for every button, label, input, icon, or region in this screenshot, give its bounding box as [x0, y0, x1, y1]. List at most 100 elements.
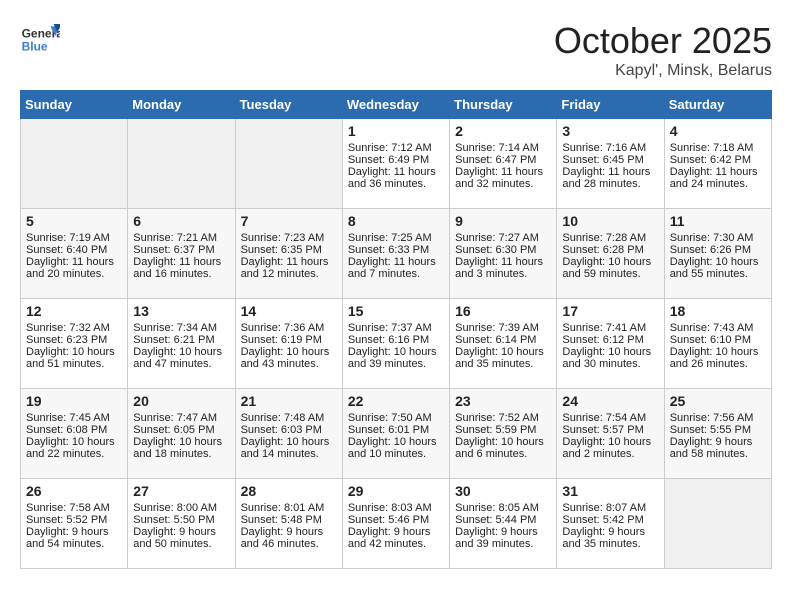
day-number: 10	[562, 213, 658, 229]
sunset-text: Sunset: 6:05 PM	[133, 424, 229, 436]
calendar-cell: 1Sunrise: 7:12 AMSunset: 6:49 PMDaylight…	[342, 119, 449, 209]
calendar-cell: 9Sunrise: 7:27 AMSunset: 6:30 PMDaylight…	[450, 209, 557, 299]
daylight-text: Daylight: 10 hours and 39 minutes.	[348, 346, 444, 370]
daylight-text: Daylight: 9 hours and 58 minutes.	[670, 436, 766, 460]
sunset-text: Sunset: 6:33 PM	[348, 244, 444, 256]
daylight-text: Daylight: 10 hours and 59 minutes.	[562, 256, 658, 280]
calendar-cell: 23Sunrise: 7:52 AMSunset: 5:59 PMDayligh…	[450, 389, 557, 479]
day-number: 20	[133, 393, 229, 409]
sunset-text: Sunset: 5:57 PM	[562, 424, 658, 436]
sunrise-text: Sunrise: 7:12 AM	[348, 142, 444, 154]
sunrise-text: Sunrise: 7:32 AM	[26, 322, 122, 334]
daylight-text: Daylight: 9 hours and 42 minutes.	[348, 526, 444, 550]
sunrise-text: Sunrise: 7:18 AM	[670, 142, 766, 154]
day-number: 8	[348, 213, 444, 229]
calendar-week-row: 19Sunrise: 7:45 AMSunset: 6:08 PMDayligh…	[21, 389, 772, 479]
daylight-text: Daylight: 11 hours and 28 minutes.	[562, 166, 658, 190]
calendar-cell: 25Sunrise: 7:56 AMSunset: 5:55 PMDayligh…	[664, 389, 771, 479]
sunset-text: Sunset: 6:35 PM	[241, 244, 337, 256]
sunrise-text: Sunrise: 8:00 AM	[133, 502, 229, 514]
sunrise-text: Sunrise: 7:54 AM	[562, 412, 658, 424]
day-number: 14	[241, 303, 337, 319]
sunrise-text: Sunrise: 8:03 AM	[348, 502, 444, 514]
svg-text:Blue: Blue	[22, 39, 48, 53]
calendar-cell: 16Sunrise: 7:39 AMSunset: 6:14 PMDayligh…	[450, 299, 557, 389]
calendar-cell	[21, 119, 128, 209]
sunrise-text: Sunrise: 7:43 AM	[670, 322, 766, 334]
sunset-text: Sunset: 6:45 PM	[562, 154, 658, 166]
sunset-text: Sunset: 5:59 PM	[455, 424, 551, 436]
daylight-text: Daylight: 9 hours and 39 minutes.	[455, 526, 551, 550]
sunset-text: Sunset: 6:21 PM	[133, 334, 229, 346]
day-number: 6	[133, 213, 229, 229]
calendar-cell: 11Sunrise: 7:30 AMSunset: 6:26 PMDayligh…	[664, 209, 771, 299]
calendar-cell: 21Sunrise: 7:48 AMSunset: 6:03 PMDayligh…	[235, 389, 342, 479]
sunrise-text: Sunrise: 8:01 AM	[241, 502, 337, 514]
calendar-cell: 6Sunrise: 7:21 AMSunset: 6:37 PMDaylight…	[128, 209, 235, 299]
calendar-week-row: 26Sunrise: 7:58 AMSunset: 5:52 PMDayligh…	[21, 479, 772, 569]
daylight-text: Daylight: 10 hours and 51 minutes.	[26, 346, 122, 370]
calendar-cell: 17 Sunrise: 7:41 AMSunset: 6:12 PMDayligh…	[557, 299, 664, 389]
daylight-text: Daylight: 11 hours and 3 minutes.	[455, 256, 551, 280]
calendar-cell: 29Sunrise: 8:03 AMSunset: 5:46 PMDayligh…	[342, 479, 449, 569]
daylight-text: Daylight: 9 hours and 35 minutes.	[562, 526, 658, 550]
daylight-text: Daylight: 10 hours and 6 minutes.	[455, 436, 551, 460]
calendar-cell: 7Sunrise: 7:23 AMSunset: 6:35 PMDaylight…	[235, 209, 342, 299]
sunset-text: Sunset: 5:42 PM	[562, 514, 658, 526]
day-number: 26	[26, 483, 122, 499]
sunrise-text: Sunrise: 7:41 AM	[562, 322, 658, 334]
sunrise-text: Sunrise: 8:07 AM	[562, 502, 658, 514]
calendar-cell: 24Sunrise: 7:54 AMSunset: 5:57 PMDayligh…	[557, 389, 664, 479]
weekday-header: Saturday	[664, 91, 771, 119]
weekday-header: Tuesday	[235, 91, 342, 119]
calendar-cell: 14Sunrise: 7:36 AMSunset: 6:19 PMDayligh…	[235, 299, 342, 389]
calendar-cell: 20Sunrise: 7:47 AMSunset: 6:05 PMDayligh…	[128, 389, 235, 479]
sunset-text: Sunset: 5:46 PM	[348, 514, 444, 526]
sunrise-text: Sunrise: 7:52 AM	[455, 412, 551, 424]
sunset-text: Sunset: 5:44 PM	[455, 514, 551, 526]
sunrise-text: Sunrise: 7:21 AM	[133, 232, 229, 244]
calendar-cell: 22Sunrise: 7:50 AMSunset: 6:01 PMDayligh…	[342, 389, 449, 479]
calendar-cell: 4Sunrise: 7:18 AMSunset: 6:42 PMDaylight…	[664, 119, 771, 209]
sunrise-text: Sunrise: 7:25 AM	[348, 232, 444, 244]
sunset-text: Sunset: 6:40 PM	[26, 244, 122, 256]
daylight-text: Daylight: 10 hours and 22 minutes.	[26, 436, 122, 460]
calendar-table: SundayMondayTuesdayWednesdayThursdayFrid…	[20, 90, 772, 569]
daylight-text: Daylight: 10 hours and 55 minutes.	[670, 256, 766, 280]
day-number: 19	[26, 393, 122, 409]
weekday-header: Sunday	[21, 91, 128, 119]
sunset-text: Sunset: 6:42 PM	[670, 154, 766, 166]
daylight-text: Daylight: 10 hours and 30 minutes.	[562, 346, 658, 370]
day-number: 27	[133, 483, 229, 499]
sunrise-text: Sunrise: 7:50 AM	[348, 412, 444, 424]
day-number: 17	[562, 303, 658, 319]
calendar-cell: 3Sunrise: 7:16 AMSunset: 6:45 PMDaylight…	[557, 119, 664, 209]
sunrise-text: Sunrise: 7:47 AM	[133, 412, 229, 424]
location: Kapyl', Minsk, Belarus	[554, 62, 772, 80]
sunset-text: Sunset: 6:28 PM	[562, 244, 658, 256]
sunset-text: Sunset: 6:14 PM	[455, 334, 551, 346]
weekday-header: Thursday	[450, 91, 557, 119]
sunset-text: Sunset: 5:55 PM	[670, 424, 766, 436]
day-number: 16	[455, 303, 551, 319]
sunset-text: Sunset: 5:52 PM	[26, 514, 122, 526]
sunrise-text: Sunrise: 7:30 AM	[670, 232, 766, 244]
daylight-text: Daylight: 9 hours and 54 minutes.	[26, 526, 122, 550]
sunset-text: Sunset: 6:30 PM	[455, 244, 551, 256]
sunset-text: Sunset: 6:12 PM	[562, 334, 658, 346]
daylight-text: Daylight: 10 hours and 43 minutes.	[241, 346, 337, 370]
daylight-text: Daylight: 10 hours and 26 minutes.	[670, 346, 766, 370]
calendar-week-row: 12Sunrise: 7:32 AMSunset: 6:23 PMDayligh…	[21, 299, 772, 389]
title-block: October 2025 Kapyl', Minsk, Belarus	[554, 20, 772, 80]
sunset-text: Sunset: 6:16 PM	[348, 334, 444, 346]
daylight-text: Daylight: 10 hours and 35 minutes.	[455, 346, 551, 370]
sunset-text: Sunset: 6:26 PM	[670, 244, 766, 256]
weekday-header: Wednesday	[342, 91, 449, 119]
sunset-text: Sunset: 6:37 PM	[133, 244, 229, 256]
daylight-text: Daylight: 9 hours and 50 minutes.	[133, 526, 229, 550]
calendar-cell: 8Sunrise: 7:25 AMSunset: 6:33 PMDaylight…	[342, 209, 449, 299]
logo-icon: General Blue	[20, 20, 60, 60]
day-number: 1	[348, 123, 444, 139]
calendar-cell: 31Sunrise: 8:07 AMSunset: 5:42 PMDayligh…	[557, 479, 664, 569]
day-number: 9	[455, 213, 551, 229]
